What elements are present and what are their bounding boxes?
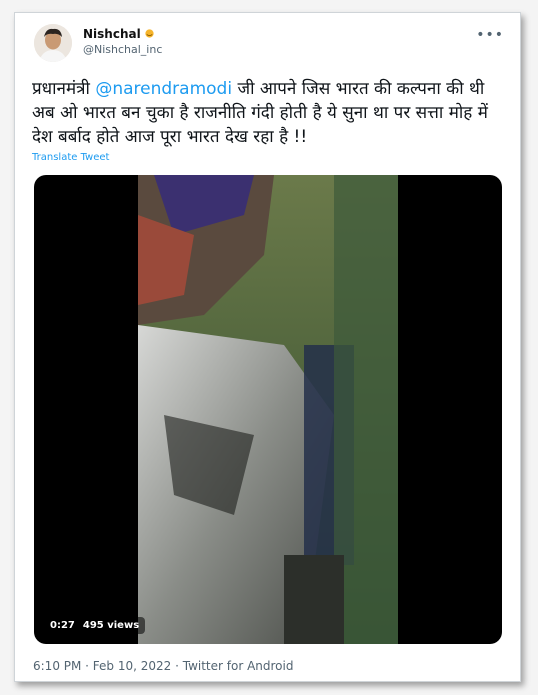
mention-link[interactable]: @narendramodi bbox=[95, 79, 232, 99]
sun-emoji-icon bbox=[145, 29, 154, 38]
translate-tweet-link[interactable]: Translate Tweet bbox=[32, 152, 109, 163]
avatar-image bbox=[34, 24, 72, 62]
tweet-timestamp[interactable]: 6:10 PM · Feb 10, 2022 · Twitter for And… bbox=[33, 659, 293, 673]
tweet-card: Nishchal @Nishchal_inc ••• प्रधानमंत्री … bbox=[14, 12, 521, 682]
tweet-text-before: प्रधानमंत्री bbox=[32, 79, 96, 99]
video-thumbnail bbox=[138, 175, 398, 644]
tweet-text: प्रधानमंत्री @narendramodi जी आपने जिस भ… bbox=[32, 77, 507, 149]
avatar[interactable] bbox=[34, 24, 72, 62]
user-handle[interactable]: @Nishchal_inc bbox=[83, 43, 162, 56]
video-player[interactable]: 0:27 495 views bbox=[34, 175, 502, 644]
display-name[interactable]: Nishchal bbox=[83, 27, 155, 41]
video-stats-badge: 0:27 495 views bbox=[44, 617, 146, 634]
more-options-icon[interactable]: ••• bbox=[476, 27, 504, 43]
video-duration: 0:27 bbox=[50, 620, 75, 631]
video-views: 495 views bbox=[82, 620, 140, 631]
